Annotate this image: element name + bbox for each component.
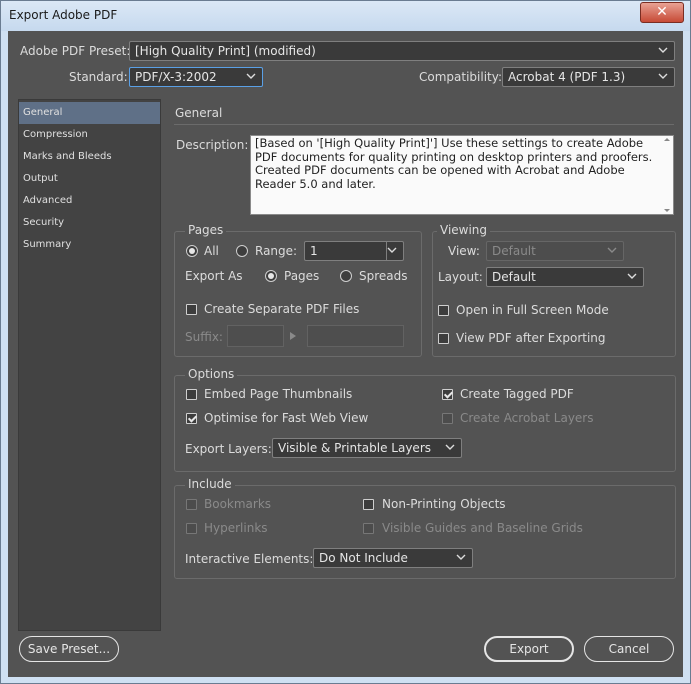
sidebar-item-compression[interactable]: Compression [19,124,160,146]
pages-all-label: All [204,244,219,258]
pages-range-radio[interactable] [236,245,248,257]
category-sidebar: General Compression Marks and Bleeds Out… [18,99,161,631]
fullscreen-checkbox[interactable] [438,305,449,316]
dialog-body: Adobe PDF Preset: [High Quality Print] (… [8,31,683,677]
view-after-export-label: View PDF after Exporting [456,331,606,345]
optimise-web-checkbox[interactable] [186,413,197,424]
preset-label: Adobe PDF Preset: [20,44,131,58]
interactive-elements-value: Do Not Include [319,551,408,565]
acrobat-layers-checkbox[interactable] [442,413,453,424]
range-input[interactable]: 1 [304,241,404,261]
separate-pdf-checkbox[interactable] [186,304,197,315]
optimise-web-label: Optimise for Fast Web View [204,411,369,425]
sidebar-item-summary[interactable]: Summary [19,234,160,256]
viewing-group-title: Viewing [437,223,491,237]
pages-range-label: Range: [255,244,298,258]
sidebar-item-output[interactable]: Output [19,168,160,190]
options-group-title: Options [185,367,238,381]
hyperlinks-label: Hyperlinks [204,521,268,535]
standard-value: PDF/X-3:2002 [135,70,217,84]
view-label: View: [448,244,480,258]
standard-label: Standard: [69,70,128,84]
embed-thumbnails-checkbox[interactable] [186,389,197,400]
export-layers-value: Visible & Printable Layers [278,441,431,455]
interactive-elements-label: Interactive Elements: [185,552,314,566]
suffix-input[interactable] [227,325,284,347]
layout-dropdown[interactable]: Default [486,267,644,287]
guides-label: Visible Guides and Baseline Grids [382,521,583,535]
export-spreads-radio[interactable] [340,270,352,282]
bookmarks-label: Bookmarks [204,497,272,511]
chevron-down-icon [658,45,668,55]
chevron-down-icon [387,245,397,255]
layout-label: Layout: [438,270,483,284]
chevron-down-icon [246,71,256,81]
divider [174,124,674,125]
export-pages-radio[interactable] [265,270,277,282]
section-title: General [175,106,223,120]
close-icon[interactable]: ✕ [640,2,684,23]
preset-dropdown[interactable]: [High Quality Print] (modified) [129,41,675,61]
sidebar-item-general[interactable]: General [19,102,160,124]
pages-all-radio[interactable] [186,245,198,257]
description-textarea[interactable]: [Based on '[High Quality Print]'] Use th… [250,135,674,215]
embed-thumbnails-label: Embed Page Thumbnails [204,387,353,401]
chevron-down-icon [456,552,466,562]
insert-arrow-icon[interactable] [290,329,296,343]
acrobat-layers-label: Create Acrobat Layers [460,411,594,425]
view-after-export-checkbox[interactable] [438,333,449,344]
chevron-down-icon [627,271,637,281]
tagged-pdf-label: Create Tagged PDF [460,387,574,401]
chevron-down-icon [445,442,455,452]
description-scrollbar[interactable] [661,136,673,214]
tagged-pdf-checkbox[interactable] [442,389,453,400]
preset-value: [High Quality Print] (modified) [135,44,316,58]
export-button[interactable]: Export [484,636,574,662]
non-printing-checkbox[interactable] [363,499,374,510]
sidebar-item-marks-and-bleeds[interactable]: Marks and Bleeds [19,146,160,168]
standard-dropdown[interactable]: PDF/X-3:2002 [129,67,263,87]
export-pdf-dialog: Export Adobe PDF ✕ Adobe PDF Preset: [Hi… [0,0,691,684]
export-layers-dropdown[interactable]: Visible & Printable Layers [272,438,462,458]
description-label: Description: [176,138,249,152]
guides-checkbox[interactable] [363,523,374,534]
suffix-label: Suffix: [185,330,223,344]
export-spreads-label: Spreads [359,269,408,283]
export-layers-label: Export Layers: [185,442,272,456]
layout-value: Default [492,270,536,284]
description-text: [Based on '[High Quality Print]'] Use th… [255,136,653,191]
cancel-button[interactable]: Cancel [584,636,674,662]
pages-group-title: Pages [185,223,227,237]
window-title: Export Adobe PDF [9,8,118,22]
fullscreen-label: Open in Full Screen Mode [456,303,609,317]
suffix-preview-input [307,325,404,347]
separate-pdf-label: Create Separate PDF Files [204,302,360,316]
non-printing-label: Non-Printing Objects [382,497,506,511]
view-value: Default [492,244,536,258]
compatibility-value: Acrobat 4 (PDF 1.3) [508,70,626,84]
view-dropdown[interactable]: Default [486,241,624,261]
chevron-down-icon [658,71,668,81]
export-pages-label: Pages [284,269,320,283]
chevron-down-icon [607,245,617,255]
sidebar-item-security[interactable]: Security [19,212,160,234]
title-bar: Export Adobe PDF ✕ [1,1,690,31]
save-preset-button[interactable]: Save Preset... [19,636,119,662]
bookmarks-checkbox[interactable] [186,499,197,510]
export-as-label: Export As [185,269,243,283]
range-value: 1 [310,244,318,258]
compatibility-dropdown[interactable]: Acrobat 4 (PDF 1.3) [502,67,675,87]
interactive-elements-dropdown[interactable]: Do Not Include [313,548,473,568]
sidebar-item-advanced[interactable]: Advanced [19,190,160,212]
hyperlinks-checkbox[interactable] [186,523,197,534]
include-group-title: Include [185,477,235,491]
compatibility-label: Compatibility: [419,70,503,84]
